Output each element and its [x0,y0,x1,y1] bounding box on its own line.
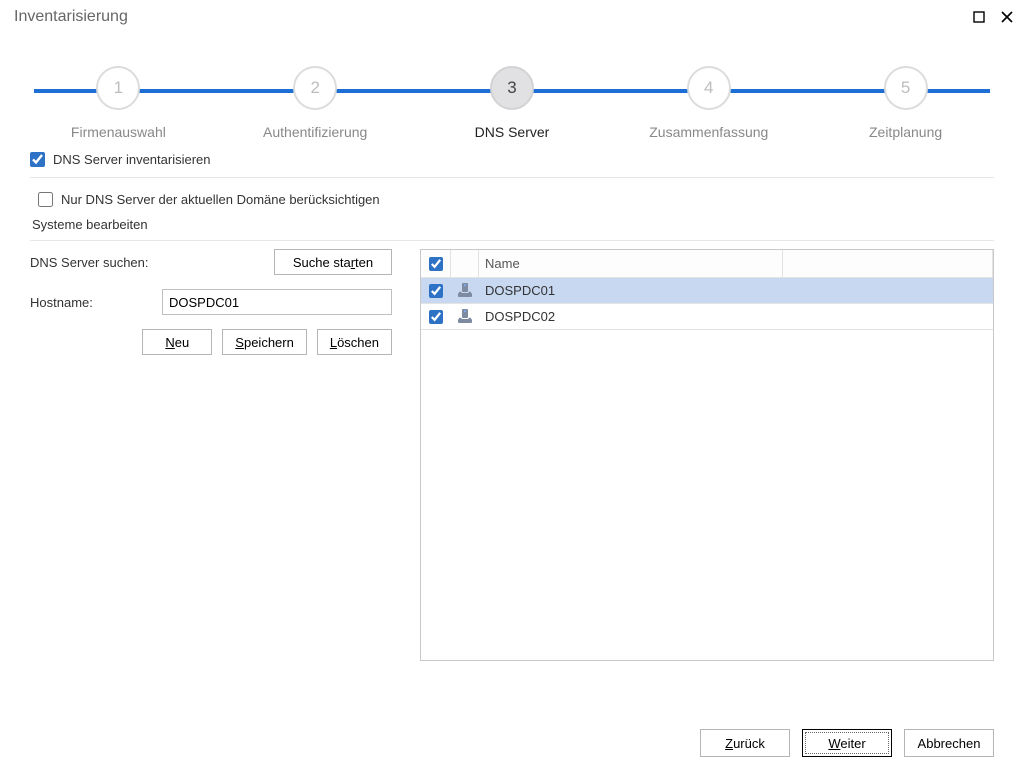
step-circle: 3 [490,66,534,110]
delete-button[interactable]: Löschen [317,329,392,355]
back-button[interactable]: Zurück [700,729,790,757]
wizard-step[interactable]: 3 DNS Server [416,66,608,140]
step-label: Zeitplanung [869,124,942,140]
wizard-stepper: 1 Firmenauswahl 2 Authentifizierung 3 DNS Ser… [0,34,1024,138]
separator [30,177,994,178]
row-name: DOSPDC02 [479,304,783,329]
opt-inventory-dns-label: DNS Server inventarisieren [53,152,211,167]
step-circle: 4 [687,66,731,110]
row-checkbox[interactable] [429,284,443,298]
new-button[interactable]: Neu [142,329,212,355]
step-circle: 1 [96,66,140,110]
server-icon [457,309,473,325]
row-checkbox[interactable] [429,310,443,324]
step-label: Zusammenfassung [649,124,768,140]
step-circle: 2 [293,66,337,110]
grid-header-name[interactable]: Name [479,250,783,277]
grid-header: Name [421,250,993,278]
opt-only-current-domain[interactable]: Nur DNS Server der aktuellen Domäne berü… [30,186,994,213]
grid-header-blank [783,250,993,277]
wizard-footer: Zurück Weiter Abbrechen [0,718,1024,768]
step-label: Firmenauswahl [71,124,166,140]
section-title: Systeme bearbeiten [30,213,994,242]
search-start-button[interactable]: Suche starten [274,249,392,275]
table-row[interactable]: DOSPDC01 [421,278,993,304]
grid-header-icon [451,250,479,277]
maximize-icon[interactable] [970,8,988,26]
opt-only-current-domain-label: Nur DNS Server der aktuellen Domäne berü… [61,192,380,207]
table-row[interactable]: DOSPDC02 [421,304,993,330]
hostname-input[interactable] [162,289,392,315]
grid-header-check[interactable] [421,250,451,277]
opt-only-current-domain-checkbox[interactable] [38,192,53,207]
step-circle: 5 [884,66,928,110]
titlebar: Inventarisierung [0,0,1024,34]
wizard-step[interactable]: 5 Zeitplanung [810,66,1002,140]
opt-inventory-dns-checkbox[interactable] [30,152,45,167]
save-button[interactable]: Speichern [222,329,307,355]
next-button[interactable]: Weiter [802,729,892,757]
row-name: DOSPDC01 [479,278,783,303]
separator [30,240,994,241]
cancel-button[interactable]: Abbrechen [904,729,994,757]
server-grid: Name DOSPDC01DOSPDC02 [420,249,994,661]
step-label: DNS Server [475,124,550,140]
wizard-step[interactable]: 2 Authentifizierung [219,66,411,140]
server-icon [457,283,473,299]
edit-panel: DNS Server suchen: Suche starten Hostnam… [30,249,392,355]
hostname-label: Hostname: [30,295,162,310]
close-icon[interactable] [998,8,1016,26]
search-label: DNS Server suchen: [30,255,162,270]
opt-inventory-dns[interactable]: DNS Server inventarisieren [30,146,994,173]
step-label: Authentifizierung [263,124,367,140]
wizard-step[interactable]: 4 Zusammenfassung [613,66,805,140]
wizard-step[interactable]: 1 Firmenauswahl [22,66,214,140]
window-title: Inventarisierung [14,8,128,26]
